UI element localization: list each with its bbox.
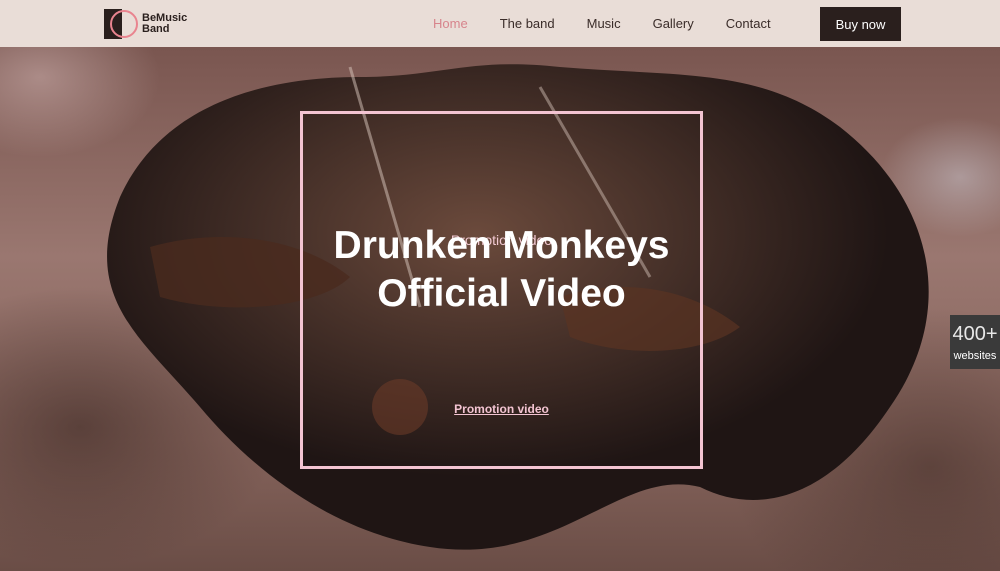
- nav-music[interactable]: Music: [587, 16, 621, 31]
- buy-now-button[interactable]: Buy now: [820, 7, 901, 41]
- nav-contact[interactable]: Contact: [726, 16, 771, 31]
- websites-badge[interactable]: 400+ websites: [950, 315, 1000, 369]
- badge-count: 400+: [952, 323, 998, 345]
- hero-title: Drunken Monkeys Official Video: [333, 224, 670, 315]
- nav-gallery[interactable]: Gallery: [653, 16, 694, 31]
- logo-text: BeMusic Band: [142, 12, 188, 35]
- badge-label: websites: [953, 350, 997, 362]
- promotion-video-link[interactable]: Promotion video: [300, 402, 703, 416]
- nav-the-band[interactable]: The band: [500, 16, 555, 31]
- logo[interactable]: BeMusic Band: [104, 9, 202, 39]
- site-header: BeMusic Band Home The band Music Gallery…: [0, 0, 1000, 47]
- logo-icon: [104, 9, 138, 39]
- hero-section: Promotion video Drunken Monkeys Official…: [0, 47, 1000, 571]
- main-nav: Home The band Music Gallery Contact: [433, 0, 803, 47]
- nav-home[interactable]: Home: [433, 16, 468, 31]
